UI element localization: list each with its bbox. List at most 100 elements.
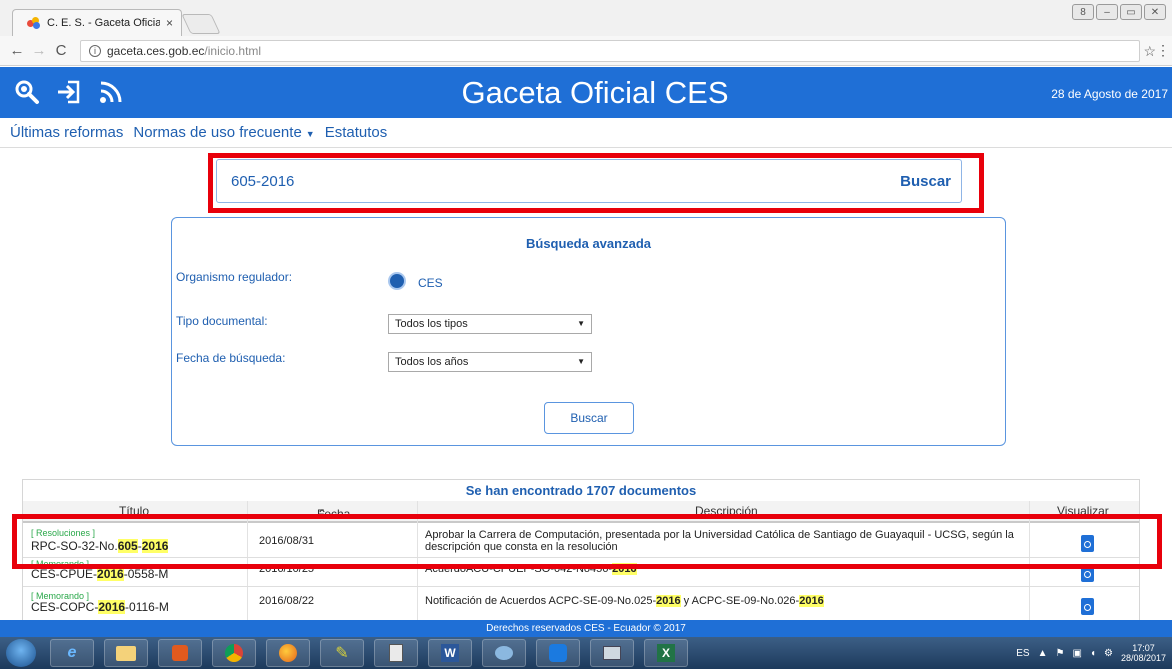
row-desc-prefix: Notificación de Acuerdos ACPC-SE-09-No.0… bbox=[425, 595, 657, 607]
fecha-label: Fecha de búsqueda: bbox=[176, 351, 286, 365]
row-title-mid: -0558-M bbox=[123, 567, 169, 581]
view-document-icon[interactable] bbox=[1081, 565, 1094, 582]
caret-down-icon: ▼ bbox=[305, 129, 315, 139]
forward-icon[interactable]: → bbox=[28, 42, 50, 59]
flag-icon[interactable]: ⚑ bbox=[1056, 648, 1065, 659]
results-table: Se han encontrado 1707 documentos Título… bbox=[22, 479, 1140, 623]
row-title-mid: -0116-M bbox=[125, 600, 169, 614]
advanced-search-title: Búsqueda avanzada bbox=[526, 236, 651, 251]
favicon-icon bbox=[27, 17, 41, 29]
minimize-button[interactable]: – bbox=[1096, 4, 1118, 20]
network-icon[interactable]: ▣ bbox=[1072, 648, 1081, 659]
site-title: Gaceta Oficial CES bbox=[461, 75, 729, 110]
nav-normas-uso-frecuente[interactable]: Normas de uso frecuente ▼ bbox=[133, 124, 314, 141]
tray-expand-icon[interactable]: ▲ bbox=[1038, 648, 1048, 659]
site-date: 28 de Agosto de 2017 bbox=[1051, 87, 1168, 101]
browser-toolbar: ← → C i gaceta.ces.gob.ec/inicio.html ☆ … bbox=[0, 36, 1172, 66]
row-date: 2016/08/22 bbox=[259, 595, 315, 607]
maximize-button[interactable]: ▭ bbox=[1120, 4, 1142, 20]
row-desc-prefix: AcuerdoACU-CPUEP-SO-042-No456- bbox=[425, 563, 613, 575]
explorer-icon[interactable] bbox=[104, 639, 148, 667]
tray-app-icon[interactable]: ⚙ bbox=[1104, 648, 1113, 659]
network-tool-icon[interactable] bbox=[590, 639, 634, 667]
site-footer: Derechos reservados CES - Ecuador © 2017 bbox=[0, 620, 1172, 637]
info-icon[interactable]: i bbox=[89, 45, 101, 57]
address-bar[interactable]: i gaceta.ces.gob.ec/inicio.html bbox=[80, 40, 1140, 62]
row-date: 2016/10/25 bbox=[259, 563, 315, 575]
excel-icon[interactable]: X bbox=[644, 639, 688, 667]
row-title-highlight: 2016 bbox=[141, 539, 169, 553]
tipo-label: Tipo documental: bbox=[176, 314, 268, 328]
fecha-select[interactable]: Todos los años ▼ bbox=[388, 352, 592, 372]
new-tab-button[interactable] bbox=[181, 14, 221, 34]
main-search-box[interactable]: 605-2016 Buscar bbox=[216, 159, 962, 203]
search-input[interactable]: 605-2016 bbox=[231, 173, 294, 190]
clock[interactable]: 17:07 28/08/2017 bbox=[1121, 643, 1166, 663]
row-title[interactable]: CES-COPC-2016-0116-M bbox=[31, 600, 169, 614]
language-indicator[interactable]: ES bbox=[1016, 648, 1029, 659]
table-row[interactable]: [ Memorando ] CES-COPC-2016-0116-M 2016/… bbox=[23, 588, 1139, 622]
word-icon[interactable]: W bbox=[428, 639, 472, 667]
window-controls: 8 – ▭ ✕ bbox=[1072, 4, 1166, 20]
tipo-select[interactable]: Todos los tipos ▼ bbox=[388, 314, 592, 334]
row-title-highlight: 2016 bbox=[98, 600, 126, 614]
table-row[interactable]: [ Resoluciones ] RPC-SO-32-No.605-2016 2… bbox=[23, 525, 1139, 558]
nav-normas-label: Normas de uso frecuente bbox=[133, 124, 302, 141]
view-document-icon[interactable] bbox=[1081, 598, 1094, 615]
media-player-icon[interactable] bbox=[158, 639, 202, 667]
teamviewer-icon[interactable] bbox=[536, 639, 580, 667]
column-titulo[interactable]: Título bbox=[119, 504, 149, 518]
sort-icon: ⌃ bbox=[317, 507, 328, 521]
firefox-icon[interactable] bbox=[266, 639, 310, 667]
tab-title: C. E. S. - Gaceta Oficial bbox=[47, 17, 160, 29]
organismo-radio-label[interactable]: CES bbox=[418, 276, 443, 290]
search-button[interactable]: Buscar bbox=[900, 173, 951, 190]
nav-estatutos[interactable]: Estatutos bbox=[325, 124, 388, 141]
fecha-select-value: Todos los años bbox=[395, 356, 469, 368]
browser-menu-icon[interactable]: ⋮ bbox=[1156, 42, 1170, 59]
row-description: Aprobar la Carrera de Computación, prese… bbox=[425, 529, 1014, 553]
url-host: gaceta.ces.gob.ec bbox=[107, 44, 205, 58]
start-button[interactable] bbox=[6, 639, 36, 667]
advanced-search-button[interactable]: Buscar bbox=[544, 402, 634, 434]
clock-time: 17:07 bbox=[1132, 643, 1155, 653]
advanced-search-panel: Búsqueda avanzada Organismo regulador: C… bbox=[171, 217, 1006, 446]
row-title-highlight: 2016 bbox=[97, 567, 124, 581]
volume-icon[interactable]: ◖ bbox=[1090, 648, 1096, 659]
system-tray: ES ▲ ⚑ ▣ ◖ ⚙ 17:07 28/08/2017 bbox=[1016, 643, 1166, 663]
reload-icon[interactable]: C bbox=[50, 42, 72, 59]
url-path: /inicio.html bbox=[204, 44, 262, 58]
row-category: [ Resoluciones ] bbox=[31, 528, 96, 538]
windows-taskbar: e ✎ W X ES ▲ ⚑ ▣ ◖ ⚙ 17:07 28/08/2017 bbox=[0, 637, 1172, 669]
column-visualizar: Visualizar bbox=[1057, 504, 1109, 518]
tab-close-icon[interactable]: × bbox=[166, 16, 173, 30]
nav-ultimas-reformas[interactable]: Últimas reformas bbox=[10, 124, 123, 141]
row-desc-mid: y ACPC-SE-09-No.026- bbox=[680, 595, 800, 607]
paint-icon[interactable] bbox=[482, 639, 526, 667]
row-title[interactable]: CES-CPUE-2016-0558-M bbox=[31, 567, 168, 581]
browser-titlebar: C. E. S. - Gaceta Oficial × 8 – ▭ ✕ bbox=[0, 0, 1172, 36]
row-description: Notificación de Acuerdos ACPC-SE-09-No.0… bbox=[425, 595, 1025, 607]
notepad-icon[interactable] bbox=[374, 639, 418, 667]
clock-date: 28/08/2017 bbox=[1120, 653, 1166, 663]
row-description: AcuerdoACU-CPUEP-SO-042-No456-2016 bbox=[425, 563, 1025, 575]
column-descripcion[interactable]: Descripción bbox=[695, 504, 758, 518]
site-header: Gaceta Oficial CES 28 de Agosto de 2017 bbox=[0, 67, 1172, 118]
row-date: 2016/08/31 bbox=[259, 535, 315, 547]
ie-icon[interactable]: e bbox=[50, 639, 94, 667]
browser-tab[interactable]: C. E. S. - Gaceta Oficial × bbox=[12, 9, 182, 36]
bookmark-star-icon[interactable]: ☆ bbox=[1143, 43, 1156, 60]
chrome-icon[interactable] bbox=[212, 639, 256, 667]
row-desc-highlight: 2016 bbox=[799, 595, 824, 607]
organismo-radio[interactable] bbox=[390, 274, 404, 288]
site-nav: Últimas reformas Normas de uso frecuente… bbox=[0, 118, 1172, 148]
view-document-icon[interactable] bbox=[1081, 535, 1094, 552]
back-icon[interactable]: ← bbox=[6, 42, 28, 59]
row-title[interactable]: RPC-SO-32-No.605-2016 bbox=[31, 539, 169, 553]
row-desc-highlight: 2016 bbox=[656, 595, 681, 607]
close-window-button[interactable]: ✕ bbox=[1144, 4, 1166, 20]
table-row[interactable]: [ Memorando ] CES-CPUE-2016-0558-M 2016/… bbox=[23, 559, 1139, 587]
paint-tool-icon[interactable]: ✎ bbox=[320, 639, 364, 667]
tipo-select-value: Todos los tipos bbox=[395, 318, 468, 330]
user-icon[interactable]: 8 bbox=[1072, 4, 1094, 20]
